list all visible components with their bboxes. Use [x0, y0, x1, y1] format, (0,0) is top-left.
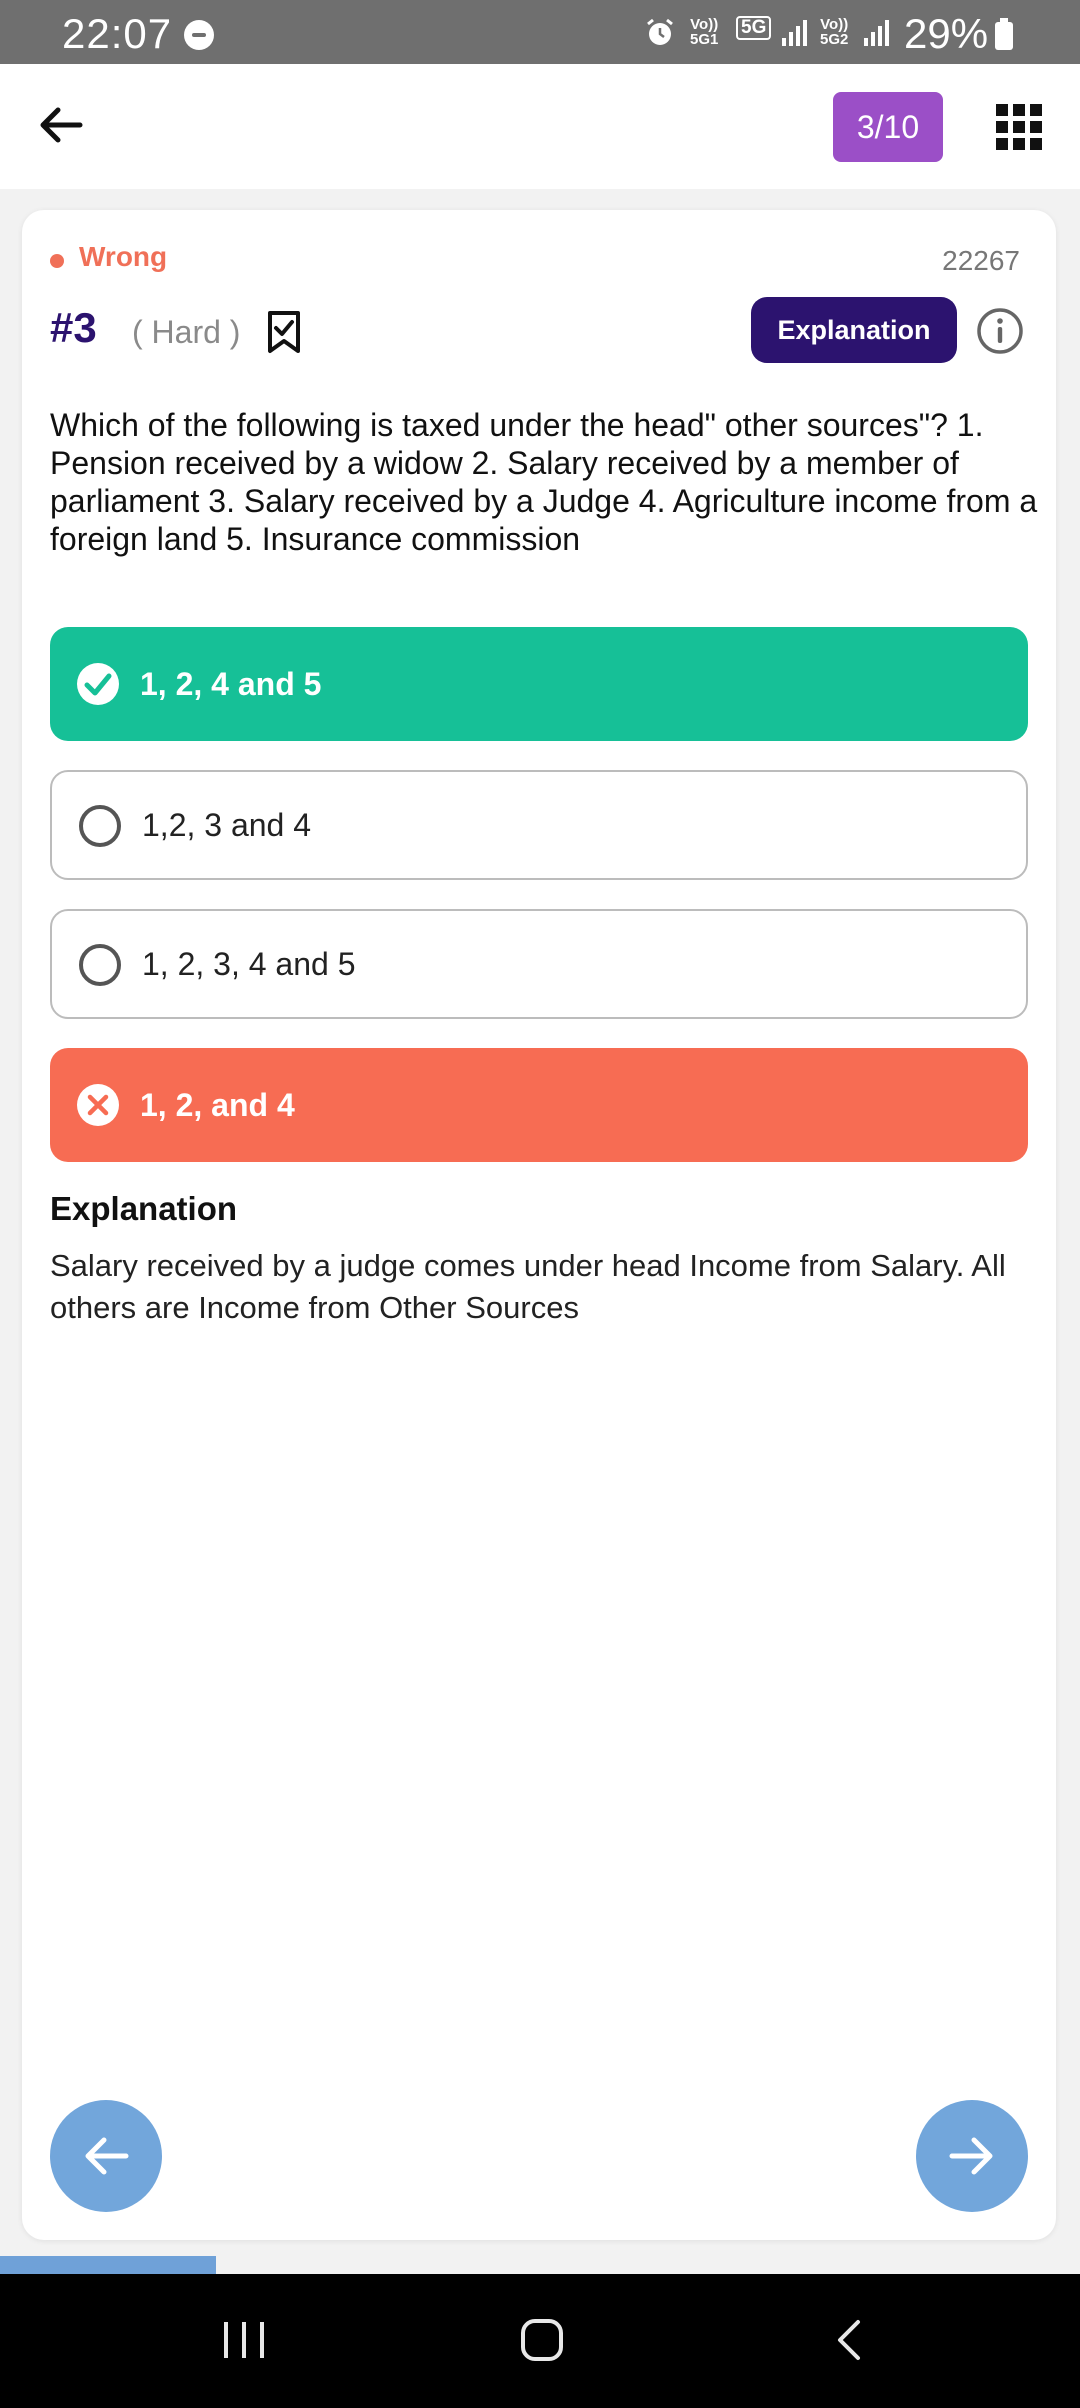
option-label: 1, 2, 3, 4 and 5	[142, 945, 356, 982]
option-2[interactable]: 1,2, 3 and 4	[50, 770, 1028, 880]
result-label: Wrong	[79, 241, 168, 272]
next-question-button[interactable]	[916, 2100, 1028, 2212]
option-3[interactable]: 1, 2, 3, 4 and 5	[50, 909, 1028, 1019]
recent-apps-icon[interactable]	[222, 2318, 266, 2362]
question-id: 22267	[942, 245, 1020, 276]
question-grid-icon[interactable]	[996, 104, 1042, 150]
check-circle-icon	[77, 663, 119, 705]
option-4[interactable]: 1, 2, and 4	[50, 1048, 1028, 1162]
radio-unselected-icon	[79, 805, 121, 847]
question-card: Wrong 22267 #3 ( Hard ) Explanation Whic…	[22, 210, 1056, 2240]
option-label: 1, 2, 4 and 5	[140, 665, 322, 702]
quiz-progress-fill	[0, 2256, 216, 2274]
question-progress-pill[interactable]: 3/10	[833, 92, 943, 162]
battery-icon	[995, 18, 1013, 50]
quiz-progress-bar	[0, 2256, 1080, 2274]
option-label: 1,2, 3 and 4	[142, 806, 312, 843]
difficulty-label: ( Hard )	[132, 314, 241, 350]
back-arrow-icon[interactable]	[38, 102, 84, 148]
arrow-left-icon	[85, 2137, 129, 2175]
alarm-icon	[647, 18, 673, 45]
app-header: 3/10	[0, 64, 1080, 189]
radio-unselected-icon	[79, 944, 121, 986]
arrow-right-icon	[949, 2137, 993, 2175]
explanation-title: Explanation	[50, 1190, 238, 1227]
bookmark-check-icon[interactable]	[266, 310, 302, 354]
question-number: #3	[50, 304, 97, 351]
five-g-badge: 5G	[736, 16, 772, 40]
system-navigation-bar	[0, 2274, 1080, 2408]
system-back-icon[interactable]	[828, 2318, 872, 2362]
signal-sim1-icon	[782, 20, 807, 46]
info-icon[interactable]	[976, 307, 1024, 355]
battery-percentage: 29%	[904, 10, 989, 57]
status-bar: 22:07 Vo)) 5G1 5G Vo)) 5G2 29%	[0, 0, 1080, 64]
network-label-sim2: Vo)) 5G2	[820, 16, 849, 48]
question-text: Which of the following is taxed under th…	[50, 407, 1038, 557]
option-1[interactable]: 1, 2, 4 and 5	[50, 627, 1028, 741]
cross-circle-icon	[77, 1084, 119, 1126]
home-icon[interactable]	[520, 2318, 564, 2362]
explanation-button[interactable]: Explanation	[751, 297, 957, 363]
explanation-body: Salary received by a judge comes under h…	[50, 1248, 1006, 1325]
previous-question-button[interactable]	[50, 2100, 162, 2212]
status-time: 22:07	[62, 10, 173, 57]
option-label: 1, 2, and 4	[140, 1086, 295, 1123]
network-label-sim1: Vo)) 5G1	[690, 16, 719, 48]
do-not-disturb-icon	[184, 20, 214, 50]
signal-sim2-icon	[864, 20, 889, 46]
result-dot-icon	[50, 254, 64, 268]
